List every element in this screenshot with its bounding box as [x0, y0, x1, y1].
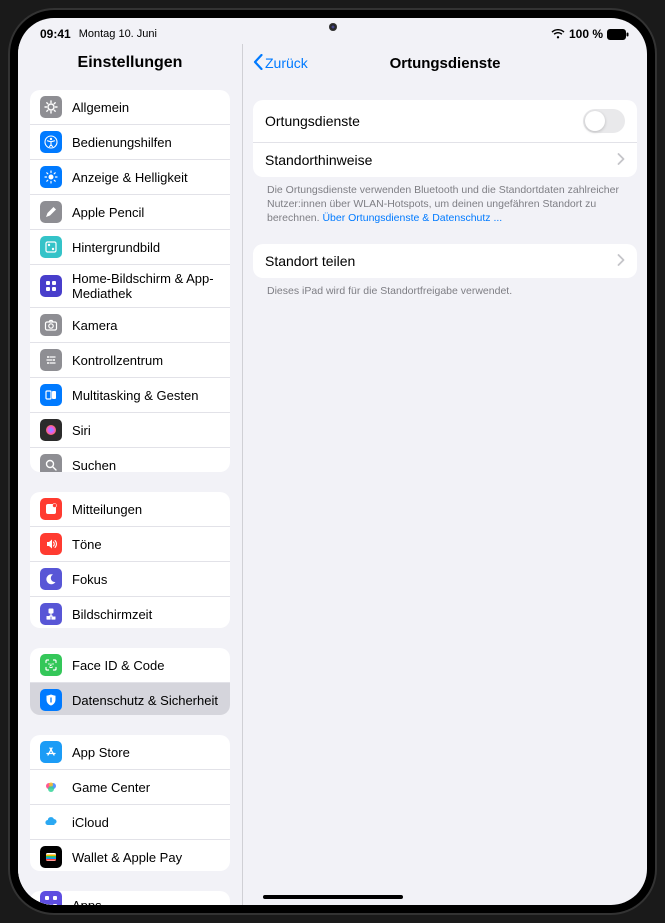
sidebar-item-label: Bildschirmzeit — [72, 607, 152, 622]
detail-title: Ortungsdienste — [390, 55, 501, 72]
sidebar-item-label: App Store — [72, 745, 130, 760]
fokus-icon — [40, 568, 62, 590]
detail-pane: Zurück Ortungsdienste Ortungsdienste Sta… — [243, 44, 647, 905]
game-center-icon — [40, 776, 62, 798]
mitteilungen-icon — [40, 498, 62, 520]
sidebar-item-allgemein[interactable]: Allgemein — [30, 90, 230, 125]
sidebar-item-app-store[interactable]: App Store — [30, 735, 230, 770]
sidebar-item-label: Fokus — [72, 572, 107, 587]
allgemein-icon — [40, 96, 62, 118]
siri-icon — [40, 419, 62, 441]
sidebar-item-kontrollzentrum[interactable]: Kontrollzentrum — [30, 343, 230, 378]
sidebar-item-suchen[interactable]: Suchen — [30, 448, 230, 472]
hintergrundbild-icon — [40, 236, 62, 258]
sidebar-item-label: Mitteilungen — [72, 502, 142, 517]
apple-pencil-icon — [40, 201, 62, 223]
sidebar-item-icloud[interactable]: iCloud — [30, 805, 230, 840]
sidebar-item-label: Siri — [72, 423, 91, 438]
home-indicator[interactable] — [263, 895, 403, 899]
ortungsdienste-toggle[interactable] — [583, 109, 625, 133]
sidebar-item-siri[interactable]: Siri — [30, 413, 230, 448]
sidebar-item-label: Apple Pencil — [72, 205, 144, 220]
sidebar-item-faceid-code[interactable]: Face ID & Code — [30, 648, 230, 683]
sidebar-item-toene[interactable]: Töne — [30, 527, 230, 562]
chevron-left-icon — [253, 54, 263, 73]
suchen-icon — [40, 454, 62, 472]
sidebar-item-label: Multitasking & Gesten — [72, 388, 198, 403]
kontrollzentrum-icon — [40, 349, 62, 371]
row-label: Ortungsdienste — [265, 113, 360, 129]
multitasking-icon — [40, 384, 62, 406]
row-standort-teilen[interactable]: Standort teilen — [253, 244, 637, 278]
footer-note-2: Dieses iPad wird für die Standortfreigab… — [253, 278, 637, 298]
kamera-icon — [40, 314, 62, 336]
sidebar-item-label: Anzeige & Helligkeit — [72, 170, 188, 185]
status-time: 09:41 — [40, 27, 71, 41]
battery-percent: 100 % — [569, 27, 603, 41]
datenschutz-sicherheit-icon — [40, 689, 62, 711]
sidebar-item-anzeige-helligkeit[interactable]: Anzeige & Helligkeit — [30, 160, 230, 195]
row-label: Standort teilen — [265, 253, 355, 269]
home-bildschirm-icon — [40, 275, 62, 297]
bedienungshilfen-icon — [40, 131, 62, 153]
wallet-apple-pay-icon — [40, 846, 62, 868]
icloud-icon — [40, 811, 62, 833]
chevron-right-icon — [617, 152, 625, 168]
back-label: Zurück — [265, 55, 308, 71]
footer-note-1: Die Ortungsdienste verwenden Bluetooth u… — [253, 177, 637, 226]
row-standorthinweise[interactable]: Standorthinweise — [253, 143, 637, 177]
sidebar-item-hintergrundbild[interactable]: Hintergrundbild — [30, 230, 230, 265]
wifi-icon — [551, 29, 565, 39]
battery-icon — [607, 29, 629, 40]
toene-icon — [40, 533, 62, 555]
chevron-right-icon — [617, 253, 625, 269]
sidebar-item-game-center[interactable]: Game Center — [30, 770, 230, 805]
sidebar-item-wallet-apple-pay[interactable]: Wallet & Apple Pay — [30, 840, 230, 871]
sidebar-item-apple-pencil[interactable]: Apple Pencil — [30, 195, 230, 230]
sidebar-item-label: Hintergrundbild — [72, 240, 160, 255]
sidebar-item-label: Face ID & Code — [72, 658, 165, 673]
sidebar-item-label: Bedienungshilfen — [72, 135, 172, 150]
sidebar-item-label: Apps — [72, 898, 102, 905]
sidebar-item-apps-partial[interactable]: Apps — [30, 891, 230, 905]
sidebar-item-label: iCloud — [72, 815, 109, 830]
sidebar-title: Einstellungen — [18, 44, 242, 80]
sidebar-item-fokus[interactable]: Fokus — [30, 562, 230, 597]
sidebar-item-home-bildschirm[interactable]: Home-Bildschirm & App-Mediathek — [30, 265, 230, 308]
sidebar-item-label: Töne — [72, 537, 102, 552]
app-store-icon — [40, 741, 62, 763]
sidebar-item-kamera[interactable]: Kamera — [30, 308, 230, 343]
sidebar-item-datenschutz-sicherheit[interactable]: Datenschutz & Sicherheit — [30, 683, 230, 715]
sidebar-item-label: Kamera — [72, 318, 118, 333]
anzeige-helligkeit-icon — [40, 166, 62, 188]
bildschirmzeit-icon — [40, 603, 62, 625]
sidebar-item-label: Kontrollzentrum — [72, 353, 163, 368]
sidebar-item-label: Wallet & Apple Pay — [72, 850, 182, 865]
settings-sidebar: Einstellungen Allgemein Bedienungshilfen A… — [18, 44, 243, 905]
sidebar-item-label: Suchen — [72, 458, 116, 473]
privacy-link[interactable]: Über Ortungsdienste & Datenschutz ... — [322, 212, 502, 224]
row-label: Standorthinweise — [265, 152, 372, 168]
apps-grid-icon — [40, 891, 62, 905]
row-ortungsdienste[interactable]: Ortungsdienste — [253, 100, 637, 143]
back-button[interactable]: Zurück — [253, 54, 308, 73]
sidebar-item-label: Allgemein — [72, 100, 129, 115]
sidebar-item-multitasking[interactable]: Multitasking & Gesten — [30, 378, 230, 413]
sidebar-item-label: Game Center — [72, 780, 150, 795]
faceid-code-icon — [40, 654, 62, 676]
sidebar-item-label: Home-Bildschirm & App-Mediathek — [72, 271, 220, 301]
status-date: Montag 10. Juni — [79, 28, 157, 40]
sidebar-item-bedienungshilfen[interactable]: Bedienungshilfen — [30, 125, 230, 160]
sidebar-item-mitteilungen[interactable]: Mitteilungen — [30, 492, 230, 527]
sidebar-item-bildschirmzeit[interactable]: Bildschirmzeit — [30, 597, 230, 628]
sidebar-item-label: Datenschutz & Sicherheit — [72, 693, 218, 708]
status-bar: 09:41 Montag 10. Juni 100 % — [18, 18, 647, 44]
